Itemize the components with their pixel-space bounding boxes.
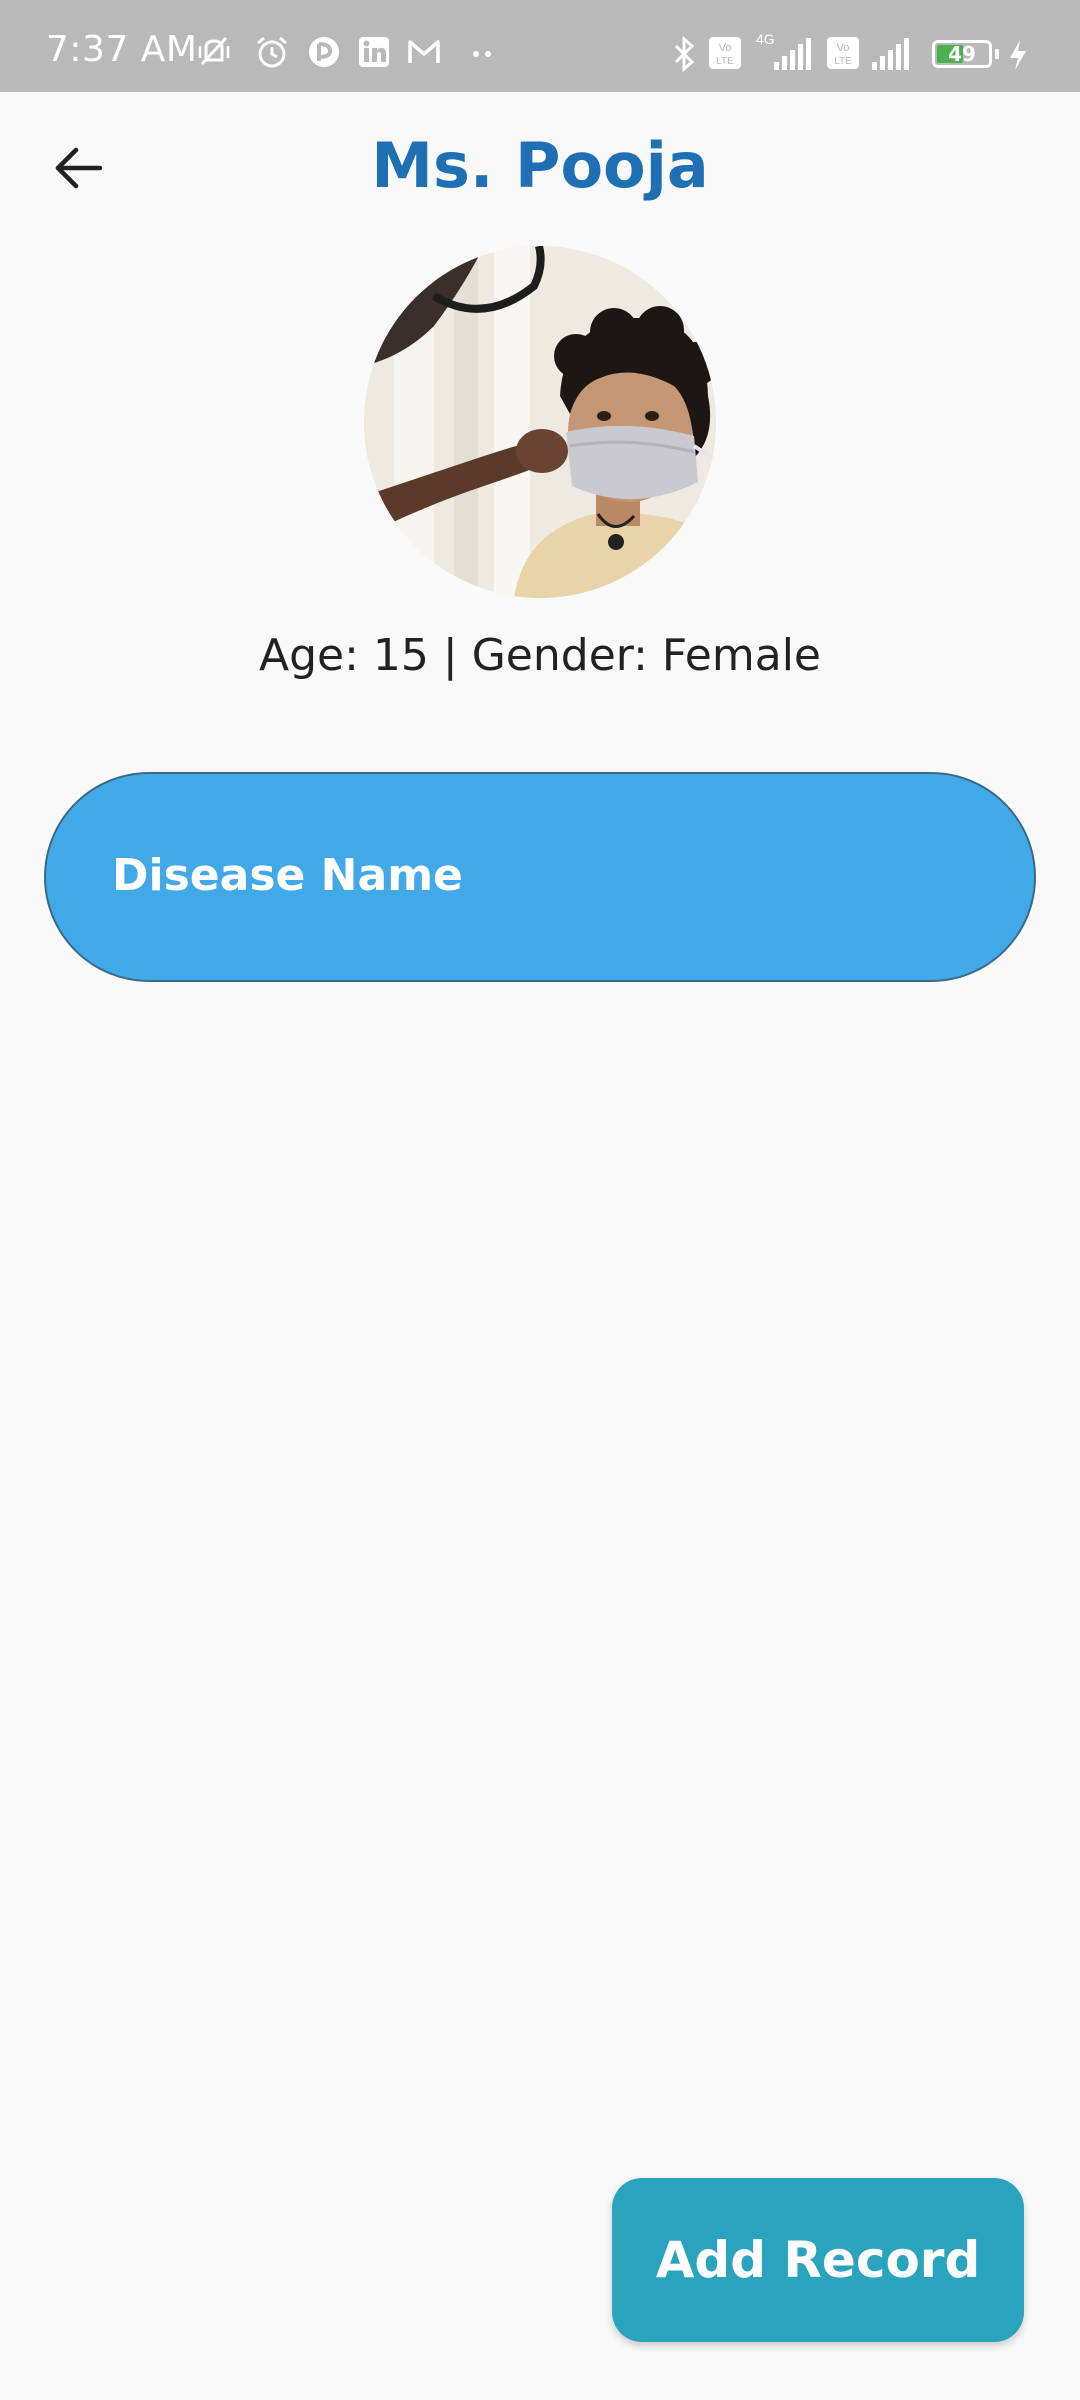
- charging-icon: [1010, 40, 1026, 70]
- patient-photo: [364, 246, 716, 598]
- battery-level: 49: [948, 42, 976, 66]
- signal-icon: [872, 38, 909, 70]
- linkedin-icon: [359, 37, 389, 67]
- disease-card[interactable]: Disease Name: [44, 772, 1036, 982]
- add-record-button[interactable]: Add Record: [612, 2178, 1024, 2342]
- gmail-icon: [408, 40, 440, 63]
- more-dots-icon: [473, 51, 491, 57]
- svg-text:LTE: LTE: [834, 56, 852, 67]
- avatar: [364, 246, 716, 598]
- svg-text:4G: 4G: [756, 31, 775, 47]
- bluetooth-icon: [674, 36, 695, 72]
- status-time: 7:37 AM: [46, 29, 198, 70]
- svg-text:Vo: Vo: [837, 42, 850, 54]
- status-bar: 7:37 AM Vo LTE 4G Vo LTE 49: [0, 0, 1080, 92]
- app-icon: [309, 37, 339, 67]
- signal-icon: 4G: [756, 31, 811, 70]
- svg-text:LTE: LTE: [716, 56, 734, 67]
- page-title: Ms. Pooja: [371, 129, 709, 202]
- volte-icon: Vo LTE: [709, 37, 741, 69]
- volte-icon: Vo LTE: [827, 37, 859, 69]
- battery-icon: 49: [932, 40, 992, 68]
- alarm-icon: [257, 36, 287, 68]
- disease-name-label: Disease Name: [112, 850, 463, 901]
- vibrate-off-icon: [198, 36, 230, 66]
- patient-info: Age: 15 | Gender: Female: [259, 630, 821, 681]
- svg-text:Vo: Vo: [719, 42, 732, 54]
- battery-cap: [995, 49, 999, 59]
